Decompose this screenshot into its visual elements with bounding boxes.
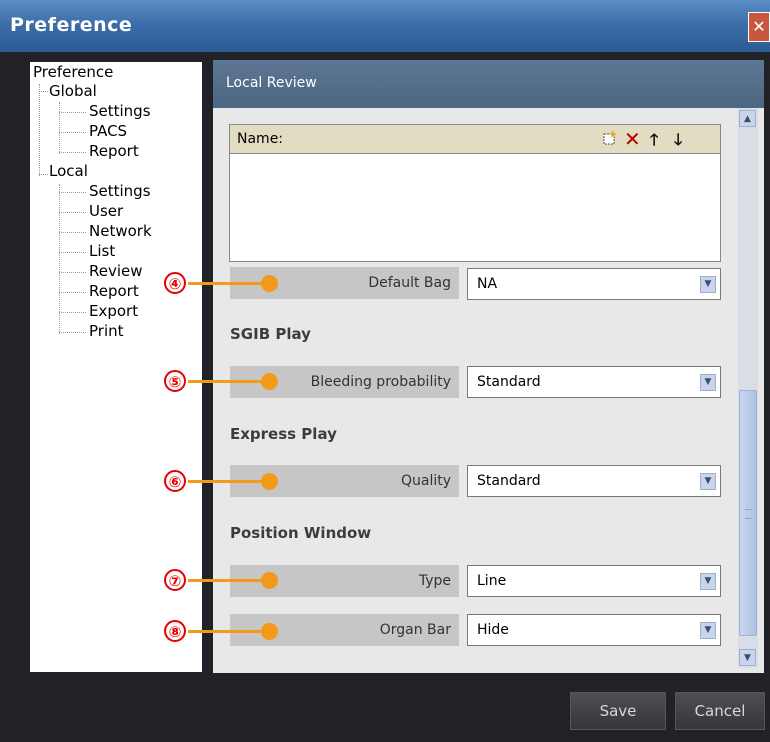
tree-local-export[interactable]: Export — [89, 302, 138, 320]
tree-local-settings[interactable]: Settings — [89, 182, 151, 200]
tree-local-list[interactable]: List — [89, 242, 115, 260]
name-list-box[interactable]: Name: ✕ 🡑 🡓 — [229, 124, 721, 262]
tree-local-network[interactable]: Network — [89, 222, 152, 240]
save-button[interactable]: Save — [570, 692, 666, 730]
close-icon[interactable]: ✕ — [748, 12, 770, 42]
tree-local-report[interactable]: Report — [89, 282, 139, 300]
section-sgib-play: SGIB Play — [230, 325, 311, 343]
quality-label: Quality — [400, 473, 451, 489]
callout-line-7 — [188, 579, 272, 582]
callout-dot-6 — [261, 473, 278, 490]
quality-select[interactable]: Standard ▼ — [467, 465, 721, 497]
bleeding-probability-label: Bleeding probability — [310, 374, 451, 390]
callout-line-5 — [188, 380, 272, 383]
new-item-icon[interactable] — [601, 129, 619, 151]
scroll-down-icon[interactable]: ▼ — [739, 649, 756, 666]
type-select[interactable]: Line ▼ — [467, 565, 721, 597]
tree-global-settings[interactable]: Settings — [89, 102, 151, 120]
cancel-button[interactable]: Cancel — [675, 692, 765, 730]
tree-local-review[interactable]: Review — [89, 262, 143, 280]
organ-bar-value: Hide — [477, 622, 509, 638]
callout-dot-5 — [261, 373, 278, 390]
type-label: Type — [418, 573, 451, 589]
tree-global-pacs[interactable]: PACS — [89, 122, 127, 140]
chevron-down-icon[interactable]: ▼ — [700, 374, 716, 391]
tree-global[interactable]: Global — [49, 82, 97, 100]
callout-line-6 — [188, 480, 272, 483]
type-value: Line — [477, 573, 507, 589]
callout-dot-4 — [261, 275, 278, 292]
vertical-scrollbar[interactable]: ▲ ▼ — [738, 108, 758, 668]
chevron-down-icon[interactable]: ▼ — [700, 276, 716, 293]
chevron-down-icon[interactable]: ▼ — [700, 622, 716, 639]
tree-root[interactable]: Preference — [33, 63, 113, 81]
panel-title: Local Review — [226, 75, 317, 91]
move-up-icon[interactable]: 🡑 — [650, 129, 658, 156]
tree-local-user[interactable]: User — [89, 202, 123, 220]
callout-line-4 — [188, 282, 272, 285]
bleeding-probability-value: Standard — [477, 374, 541, 390]
name-label: Name: — [237, 131, 284, 147]
section-position-window: Position Window — [230, 524, 372, 542]
panel-header: Local Review — [213, 60, 764, 108]
callout-8: ⑧ — [164, 620, 186, 642]
move-down-icon[interactable]: 🡓 — [674, 129, 682, 156]
chevron-down-icon[interactable]: ▼ — [700, 473, 716, 490]
callout-line-8 — [188, 630, 272, 633]
bleeding-probability-select[interactable]: Standard ▼ — [467, 366, 721, 398]
callout-dot-7 — [261, 572, 278, 589]
callout-7: ⑦ — [164, 569, 186, 591]
default-bag-value: NA — [477, 276, 498, 292]
organ-bar-select[interactable]: Hide ▼ — [467, 614, 721, 646]
section-express-play: Express Play — [230, 425, 337, 443]
quality-value: Standard — [477, 473, 541, 489]
callout-5: ⑤ — [164, 370, 186, 392]
scroll-thumb[interactable] — [739, 390, 757, 636]
callout-4: ④ — [164, 272, 186, 294]
delete-icon[interactable]: ✕ — [624, 127, 641, 151]
organ-bar-label: Organ Bar — [379, 622, 451, 638]
default-bag-label: Default Bag — [368, 275, 451, 291]
chevron-down-icon[interactable]: ▼ — [700, 573, 716, 590]
scroll-up-icon[interactable]: ▲ — [739, 110, 756, 127]
title-bar: Preference ✕ — [0, 0, 770, 52]
tree-local[interactable]: Local — [49, 162, 88, 180]
name-toolbar: Name: ✕ 🡑 🡓 — [230, 125, 720, 154]
callout-6: ⑥ — [164, 470, 186, 492]
default-bag-select[interactable]: NA ▼ — [467, 268, 721, 300]
callout-dot-8 — [261, 623, 278, 640]
tree-global-report[interactable]: Report — [89, 142, 139, 160]
tree-local-print[interactable]: Print — [89, 322, 124, 340]
window-title: Preference — [10, 14, 133, 36]
